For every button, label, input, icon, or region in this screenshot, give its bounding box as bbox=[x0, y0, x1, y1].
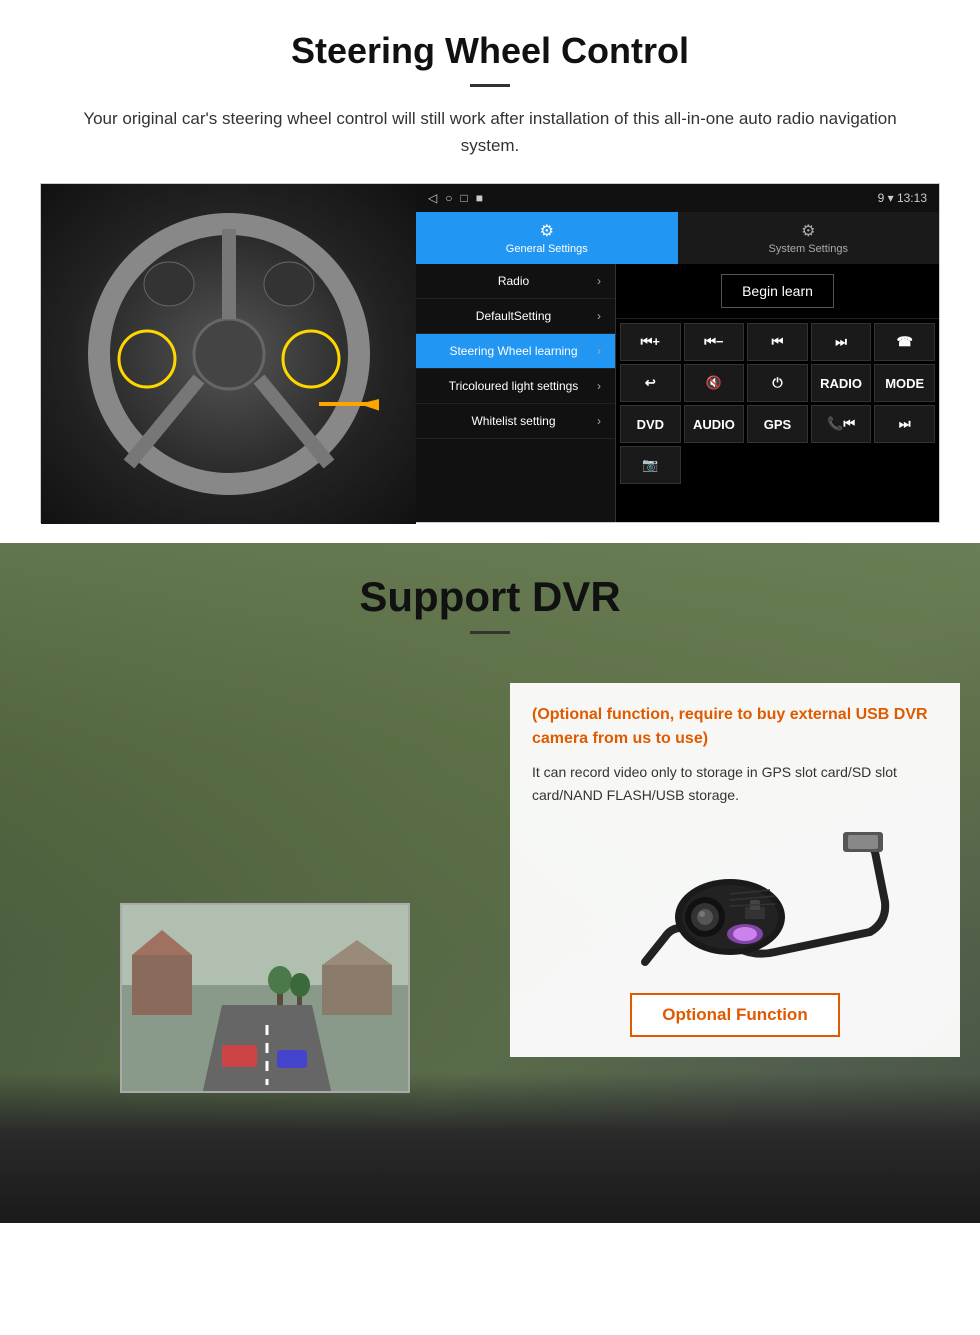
optional-function-button[interactable]: Optional Function bbox=[630, 993, 839, 1037]
chevron-default-icon: › bbox=[597, 309, 601, 323]
dvr-title-area: Support DVR bbox=[0, 573, 980, 634]
dvr-road-svg bbox=[122, 905, 410, 1093]
ctrl-extra[interactable]: 📷 bbox=[620, 446, 681, 484]
steering-photo bbox=[41, 184, 416, 524]
android-right-panel: Begin learn ⏮+ ⏮− ⏮ ⏭ ☎ ↩ 🔇 ⏻ RADIO MODE bbox=[616, 264, 939, 522]
ctrl-phone[interactable]: ☎ bbox=[874, 323, 935, 361]
menu-item-tricoloured[interactable]: Tricoloured light settings › bbox=[416, 369, 615, 404]
tab-general-label: General Settings bbox=[506, 243, 588, 255]
ctrl-power[interactable]: ⏻ bbox=[747, 364, 808, 402]
menu-item-radio[interactable]: Radio › bbox=[416, 264, 615, 299]
dvr-camera-svg bbox=[575, 822, 895, 977]
android-statusbar: ◁ ○ □ ■ 9 ▾ 13:13 bbox=[416, 184, 939, 212]
steering-divider bbox=[470, 84, 510, 87]
ctrl-vol-up[interactable]: ⏮+ bbox=[620, 323, 681, 361]
menu-icon: ■ bbox=[476, 191, 483, 205]
menu-item-whitelist-label: Whitelist setting bbox=[430, 414, 597, 428]
dvr-info-card: (Optional function, require to buy exter… bbox=[510, 683, 960, 1057]
chevron-whitelist-icon: › bbox=[597, 414, 601, 428]
steering-ui-container: ◁ ○ □ ■ 9 ▾ 13:13 ⚙ General Settings ⚙ S… bbox=[40, 183, 940, 523]
ctrl-audio[interactable]: AUDIO bbox=[684, 405, 745, 443]
android-panel: ◁ ○ □ ■ 9 ▾ 13:13 ⚙ General Settings ⚙ S… bbox=[416, 184, 939, 522]
steering-subtitle: Your original car's steering wheel contr… bbox=[80, 105, 900, 159]
statusbar-left: ◁ ○ □ ■ bbox=[428, 191, 483, 205]
dvr-camera-illustration bbox=[532, 822, 938, 977]
dvr-card-title: (Optional function, require to buy exter… bbox=[532, 703, 938, 751]
menu-item-default-label: DefaultSetting bbox=[430, 309, 597, 323]
ctrl-radio[interactable]: RADIO bbox=[811, 364, 872, 402]
home-icon: ○ bbox=[445, 191, 452, 205]
system-settings-icon: ⚙ bbox=[801, 221, 815, 241]
dvr-card-body: It can record video only to storage in G… bbox=[532, 761, 938, 806]
chevron-radio-icon: › bbox=[597, 274, 601, 288]
general-settings-icon: ⚙ bbox=[540, 221, 554, 241]
control-grid: ⏮+ ⏮− ⏮ ⏭ ☎ ↩ 🔇 ⏻ RADIO MODE DVD AUDIO G… bbox=[616, 319, 939, 488]
ctrl-gps[interactable]: GPS bbox=[747, 405, 808, 443]
menu-item-radio-label: Radio bbox=[430, 274, 597, 288]
begin-learn-button[interactable]: Begin learn bbox=[721, 274, 834, 308]
steering-wheel-svg bbox=[79, 204, 379, 504]
chevron-tricoloured-icon: › bbox=[597, 379, 601, 393]
dvr-preview-inner bbox=[122, 905, 408, 1091]
menu-item-steering-wheel[interactable]: Steering Wheel learning › bbox=[416, 334, 615, 369]
ctrl-back[interactable]: ↩ bbox=[620, 364, 681, 402]
ctrl-dvd[interactable]: DVD bbox=[620, 405, 681, 443]
android-tabs: ⚙ General Settings ⚙ System Settings bbox=[416, 212, 939, 264]
ctrl-mute[interactable]: 🔇 bbox=[684, 364, 745, 402]
begin-learn-row: Begin learn bbox=[616, 264, 939, 319]
ctrl-next[interactable]: ⏭ bbox=[811, 323, 872, 361]
ctrl-phone-prev[interactable]: 📞⏮ bbox=[811, 405, 872, 443]
menu-item-whitelist[interactable]: Whitelist setting › bbox=[416, 404, 615, 439]
steering-photo-inner bbox=[41, 184, 416, 524]
dvr-divider bbox=[470, 631, 510, 634]
ctrl-prev[interactable]: ⏮ bbox=[747, 323, 808, 361]
menu-item-tricoloured-label: Tricoloured light settings bbox=[430, 379, 597, 393]
android-menu: Radio › DefaultSetting › Steering Wheel … bbox=[416, 264, 616, 522]
optional-btn-row: Optional Function bbox=[532, 993, 938, 1037]
dvr-title: Support DVR bbox=[0, 573, 980, 621]
ctrl-mode[interactable]: MODE bbox=[874, 364, 935, 402]
back-icon: ◁ bbox=[428, 191, 437, 205]
statusbar-right: 9 ▾ 13:13 bbox=[878, 191, 927, 205]
menu-item-defaultsetting[interactable]: DefaultSetting › bbox=[416, 299, 615, 334]
menu-item-steering-label: Steering Wheel learning bbox=[430, 344, 597, 358]
tab-system-label: System Settings bbox=[769, 243, 848, 255]
ctrl-vol-down[interactable]: ⏮− bbox=[684, 323, 745, 361]
dvr-section: Support DVR bbox=[0, 543, 980, 1223]
android-content: Radio › DefaultSetting › Steering Wheel … bbox=[416, 264, 939, 522]
ctrl-phone-next[interactable]: ⏭ bbox=[874, 405, 935, 443]
steering-section: Steering Wheel Control Your original car… bbox=[0, 0, 980, 543]
dvr-preview-thumbnail bbox=[120, 903, 410, 1093]
dvr-dashboard-bottom bbox=[0, 1073, 980, 1223]
tab-system-settings[interactable]: ⚙ System Settings bbox=[678, 212, 940, 264]
tab-general-settings[interactable]: ⚙ General Settings bbox=[416, 212, 678, 264]
recent-icon: □ bbox=[460, 191, 467, 205]
chevron-steering-icon: › bbox=[597, 344, 601, 358]
steering-title: Steering Wheel Control bbox=[40, 30, 940, 72]
